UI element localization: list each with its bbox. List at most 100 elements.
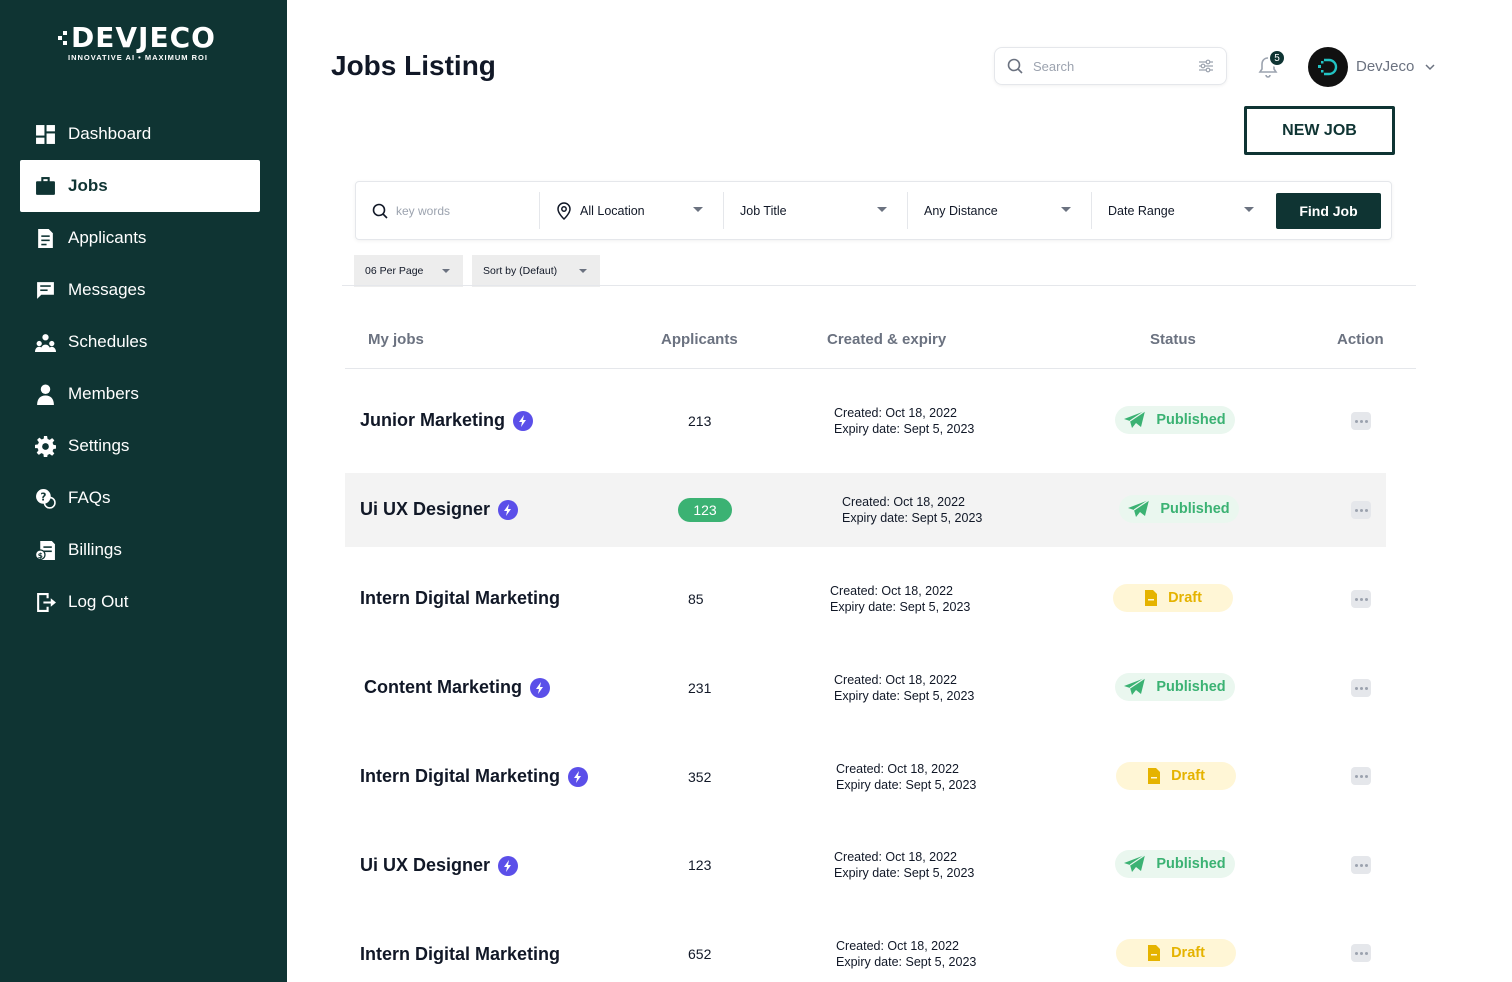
user-icon bbox=[34, 383, 56, 405]
sidebar-item-logout[interactable]: Log Out bbox=[20, 576, 260, 628]
svg-text:?: ? bbox=[40, 491, 46, 503]
status-badge: Draft bbox=[1116, 939, 1236, 967]
column-header-applicants[interactable]: Applicants bbox=[661, 331, 738, 348]
job-title-select[interactable]: Job Title bbox=[724, 192, 908, 229]
paper-plane-icon bbox=[1124, 411, 1146, 428]
gear-icon bbox=[34, 435, 56, 457]
status-text: Draft bbox=[1171, 945, 1205, 961]
job-dates: Created: Oct 18, 2022 Expiry date: Sept 5… bbox=[834, 849, 974, 881]
caret-down-icon bbox=[693, 207, 703, 212]
sidebar-item-faqs[interactable]: ? FAQs bbox=[20, 472, 260, 524]
caret-down-icon bbox=[1244, 207, 1254, 212]
column-header-status[interactable]: Status bbox=[1150, 331, 1196, 348]
keywords-input[interactable]: key words bbox=[356, 192, 540, 229]
applicant-count: 352 bbox=[688, 769, 712, 785]
more-actions-button[interactable] bbox=[1351, 590, 1371, 608]
sidebar-item-label: Billings bbox=[68, 540, 122, 559]
job-dates: Created: Oct 18, 2022 Expiry date: Sept 5… bbox=[834, 672, 974, 704]
status-badge: Published bbox=[1115, 406, 1235, 434]
column-header-created-expiry[interactable]: Created & expiry bbox=[827, 331, 946, 348]
job-dates: Created: Oct 18, 2022 Expiry date: Sept 5… bbox=[834, 405, 974, 437]
brand-tagline: INNOVATIVE AI • MAXIMUM ROI bbox=[68, 53, 208, 62]
location-select[interactable]: All Location bbox=[540, 192, 724, 229]
status-text: Draft bbox=[1171, 768, 1205, 784]
more-actions-button[interactable] bbox=[1351, 679, 1371, 697]
created-date: Created: Oct 18, 2022 bbox=[836, 939, 959, 953]
brand-logo[interactable]: DEVJECO INNOVATIVE AI • MAXIMUM ROI bbox=[58, 24, 228, 64]
job-title-text: Ui UX Designer bbox=[360, 855, 491, 875]
sidebar-item-messages[interactable]: Messages bbox=[20, 264, 260, 316]
sidebar-item-applicants[interactable]: Applicants bbox=[20, 212, 260, 264]
applicant-count: 213 bbox=[688, 413, 712, 429]
find-job-button[interactable]: Find Job bbox=[1276, 193, 1381, 229]
document-icon bbox=[1148, 945, 1161, 961]
created-date: Created: Oct 18, 2022 bbox=[842, 495, 965, 509]
applicant-count: 231 bbox=[688, 680, 712, 696]
job-title[interactable]: Intern Digital Marketing bbox=[360, 766, 589, 787]
more-actions-button[interactable] bbox=[1351, 767, 1371, 785]
caret-down-icon bbox=[442, 269, 450, 273]
status-text: Published bbox=[1156, 412, 1226, 428]
divider bbox=[345, 368, 1416, 369]
created-date: Created: Oct 18, 2022 bbox=[836, 762, 959, 776]
applicant-count: 123 bbox=[688, 857, 712, 873]
sidebar-item-jobs[interactable]: Jobs bbox=[20, 160, 260, 212]
more-actions-button[interactable] bbox=[1351, 944, 1371, 962]
job-title-text: Content Marketing bbox=[364, 677, 523, 697]
applicant-count[interactable]: 123 bbox=[678, 498, 732, 522]
distance-value: Any Distance bbox=[924, 203, 998, 218]
column-header-my-jobs[interactable]: My jobs bbox=[368, 331, 424, 348]
filter-sliders-icon[interactable] bbox=[1198, 58, 1214, 74]
expiry-date: Expiry date: Sept 5, 2023 bbox=[836, 955, 977, 969]
sidebar-item-members[interactable]: Members bbox=[20, 368, 260, 420]
divider bbox=[342, 285, 1416, 286]
paper-plane-icon bbox=[1124, 678, 1146, 695]
job-title[interactable]: Intern Digital Marketing bbox=[360, 944, 560, 965]
job-title[interactable]: Ui UX Designer bbox=[360, 499, 519, 520]
distance-select[interactable]: Any Distance bbox=[908, 192, 1092, 229]
search-input[interactable]: Search bbox=[994, 47, 1227, 85]
logout-icon bbox=[34, 591, 56, 613]
status-text: Draft bbox=[1168, 590, 1202, 606]
per-page-select[interactable]: 06 Per Page bbox=[354, 255, 463, 287]
sidebar-item-label: Members bbox=[68, 384, 139, 403]
more-actions-button[interactable] bbox=[1351, 856, 1371, 874]
status-text: Published bbox=[1156, 856, 1226, 872]
created-date: Created: Oct 18, 2022 bbox=[830, 584, 953, 598]
date-range-select[interactable]: Date Range bbox=[1092, 192, 1274, 229]
expiry-date: Expiry date: Sept 5, 2023 bbox=[834, 422, 975, 436]
logo-mark-icon bbox=[58, 31, 70, 45]
more-actions-button[interactable] bbox=[1351, 412, 1371, 430]
bolt-icon bbox=[530, 677, 551, 698]
svg-text:$: $ bbox=[37, 550, 42, 559]
sidebar-item-settings[interactable]: Settings bbox=[20, 420, 260, 472]
status-badge: Draft bbox=[1116, 762, 1236, 790]
avatar[interactable] bbox=[1308, 47, 1348, 87]
chevron-down-icon[interactable] bbox=[1424, 61, 1436, 73]
briefcase-icon bbox=[34, 175, 56, 197]
job-title[interactable]: Intern Digital Marketing bbox=[360, 588, 560, 609]
status-text: Published bbox=[1160, 501, 1230, 517]
sidebar-item-label: Applicants bbox=[68, 228, 147, 247]
sidebar-item-label: Jobs bbox=[68, 176, 108, 195]
job-title-text: Junior Marketing bbox=[360, 410, 506, 430]
sort-by-select[interactable]: Sort by (Defaut) bbox=[472, 255, 600, 287]
job-title[interactable]: Content Marketing bbox=[364, 677, 551, 698]
devjeco-avatar-icon bbox=[1318, 58, 1338, 76]
new-job-button[interactable]: NEW JOB bbox=[1244, 106, 1395, 155]
job-title[interactable]: Ui UX Designer bbox=[360, 855, 519, 876]
search-placeholder: Search bbox=[1033, 58, 1075, 74]
more-actions-button[interactable] bbox=[1351, 501, 1371, 519]
applicant-count: 652 bbox=[688, 946, 712, 962]
document-icon bbox=[1145, 590, 1158, 606]
job-title-text: Intern Digital Marketing bbox=[360, 944, 561, 964]
sidebar-item-schedules[interactable]: Schedules bbox=[20, 316, 260, 368]
job-title-text: Intern Digital Marketing bbox=[360, 588, 561, 608]
schedules-icon bbox=[34, 331, 56, 353]
sidebar-item-dashboard[interactable]: Dashboard bbox=[20, 108, 260, 160]
sidebar-item-billings[interactable]: $ Billings bbox=[20, 524, 260, 576]
job-title[interactable]: Junior Marketing bbox=[360, 410, 534, 431]
expiry-date: Expiry date: Sept 5, 2023 bbox=[836, 778, 977, 792]
status-badge: Draft bbox=[1113, 584, 1233, 612]
user-name[interactable]: DevJeco bbox=[1356, 58, 1414, 75]
